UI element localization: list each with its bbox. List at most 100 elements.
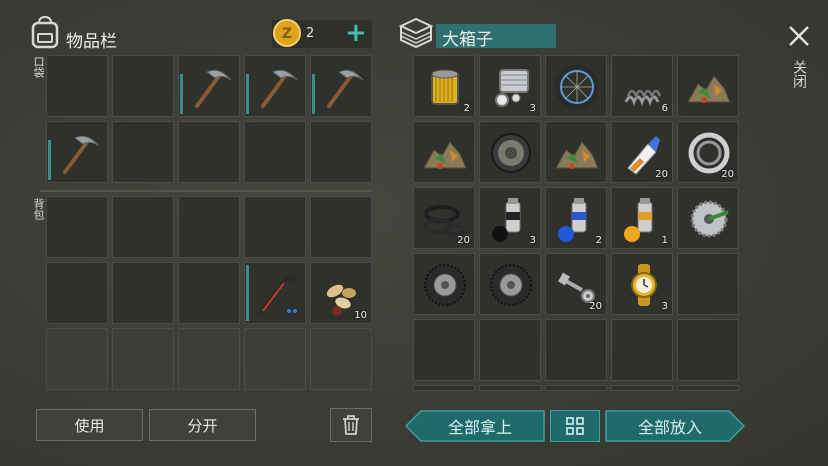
item-slot-saw-blade[interactable] (677, 187, 739, 249)
item-quantity: 1 (661, 235, 668, 246)
empty-slot[interactable] (244, 328, 306, 390)
engine-parts-icon (495, 69, 529, 107)
item-slot-bearing[interactable]: 20 (677, 121, 739, 183)
empty-slot[interactable] (112, 328, 174, 390)
empty-slot[interactable] (310, 328, 372, 390)
put-all-button[interactable]: 全部放入 (610, 410, 730, 442)
empty-slot[interactable] (244, 196, 306, 258)
empty-slot[interactable] (479, 385, 541, 391)
item-slot-ore-pile[interactable] (413, 121, 475, 183)
empty-slot[interactable] (479, 319, 541, 381)
empty-slot[interactable] (677, 385, 739, 391)
item-quantity: 20 (721, 169, 734, 180)
item-slot-glue-tube[interactable]: 20 (611, 121, 673, 183)
item-slot-ore-pile[interactable] (545, 121, 607, 183)
tire-icon (490, 264, 532, 306)
item-slot-brake-disc[interactable] (479, 121, 541, 183)
item-slot-spray-paint-blue[interactable]: 2 (545, 187, 607, 249)
durability-bar (180, 74, 183, 114)
trash-button[interactable] (330, 408, 372, 442)
item-quantity: 2 (595, 235, 602, 246)
pickaxe-icon (261, 69, 298, 108)
inventory-title: 物品栏 (66, 32, 117, 52)
empty-slot[interactable] (545, 385, 607, 391)
item-slot-oil-filter[interactable]: 2 (413, 55, 475, 117)
item-slot-pickaxe[interactable] (244, 55, 306, 117)
empty-slot[interactable] (413, 385, 475, 391)
empty-slot[interactable] (178, 196, 240, 258)
empty-slot[interactable] (112, 121, 174, 183)
item-slot-tire[interactable] (413, 253, 475, 315)
pickaxe-icon (327, 69, 364, 108)
empty-slot[interactable] (112, 262, 174, 324)
empty-slot[interactable] (545, 319, 607, 381)
gold-watch-icon (631, 264, 657, 306)
bicycle-wheel-icon (555, 65, 599, 109)
item-slot-gold-watch[interactable]: 3 (611, 253, 673, 315)
item-slot-rubber-gaskets[interactable]: 20 (413, 187, 475, 249)
saw-blade-icon (690, 200, 729, 238)
empty-slot[interactable] (112, 55, 174, 117)
empty-slot[interactable] (46, 196, 108, 258)
empty-slot[interactable] (178, 262, 240, 324)
crowbar-icon (258, 275, 297, 316)
item-slot-pickaxe[interactable] (178, 55, 240, 117)
item-slot-spray-paint-black[interactable]: 3 (479, 187, 541, 249)
empty-slot[interactable] (611, 319, 673, 381)
svg-text:Z: Z (282, 26, 292, 42)
item-slot-pickaxe[interactable] (46, 121, 108, 183)
empty-slot[interactable] (413, 319, 475, 381)
empty-slot[interactable] (112, 196, 174, 258)
ore-pile-icon (423, 141, 467, 169)
sort-button[interactable] (550, 410, 600, 442)
coin-count: 2 (306, 26, 315, 41)
item-slot-ore-pile[interactable] (677, 55, 739, 117)
backpack-icon (31, 15, 59, 49)
item-quantity: 3 (529, 103, 536, 114)
ore-pile-icon (687, 75, 731, 103)
container-title: 大箱子 (442, 30, 493, 50)
empty-slot[interactable] (310, 121, 372, 183)
empty-slot[interactable] (611, 385, 673, 391)
close-icon[interactable] (787, 24, 811, 48)
item-slot-pickaxe[interactable] (310, 55, 372, 117)
item-quantity: 3 (661, 301, 668, 312)
durability-bar (246, 265, 249, 321)
container-title-field: 大箱子 (436, 24, 556, 50)
add-coins-button[interactable]: + (345, 17, 367, 49)
item-slot-seeds[interactable]: 10 (310, 262, 372, 324)
empty-slot[interactable] (310, 196, 372, 258)
item-slot-bolts[interactable]: 20 (545, 253, 607, 315)
empty-slot[interactable] (178, 328, 240, 390)
item-slot-engine-parts[interactable]: 3 (479, 55, 541, 117)
empty-slot[interactable] (677, 319, 739, 381)
trash-icon (343, 415, 359, 435)
oil-filter-icon (431, 69, 459, 105)
item-slot-tire[interactable] (479, 253, 541, 315)
empty-slot[interactable] (677, 253, 739, 315)
pickaxe-icon (195, 69, 232, 108)
split-button[interactable]: 分开 (149, 409, 256, 441)
spray-paint-yellow-icon (624, 198, 653, 242)
backpack-label: 背包 (32, 198, 45, 220)
empty-slot[interactable] (244, 121, 306, 183)
item-quantity: 6 (661, 103, 668, 114)
item-slot-bicycle-wheel[interactable] (545, 55, 607, 117)
item-quantity: 20 (457, 235, 470, 246)
close-label[interactable]: 关闭 (789, 60, 809, 88)
tire-icon (424, 264, 466, 306)
empty-slot[interactable] (46, 262, 108, 324)
spray-paint-blue-icon (558, 198, 587, 242)
item-slot-spray-paint-yellow[interactable]: 1 (611, 187, 673, 249)
item-slot-crowbar[interactable] (244, 262, 306, 324)
item-slot-spring[interactable]: 6 (611, 55, 673, 117)
durability-bar (246, 74, 249, 114)
grid-sort-icon (566, 417, 584, 435)
durability-bar (48, 140, 51, 180)
empty-slot[interactable] (178, 121, 240, 183)
use-button[interactable]: 使用 (36, 409, 143, 441)
item-quantity: 20 (655, 169, 668, 180)
take-all-button[interactable]: 全部拿上 (420, 410, 540, 442)
empty-slot[interactable] (46, 55, 108, 117)
empty-slot[interactable] (46, 328, 108, 390)
